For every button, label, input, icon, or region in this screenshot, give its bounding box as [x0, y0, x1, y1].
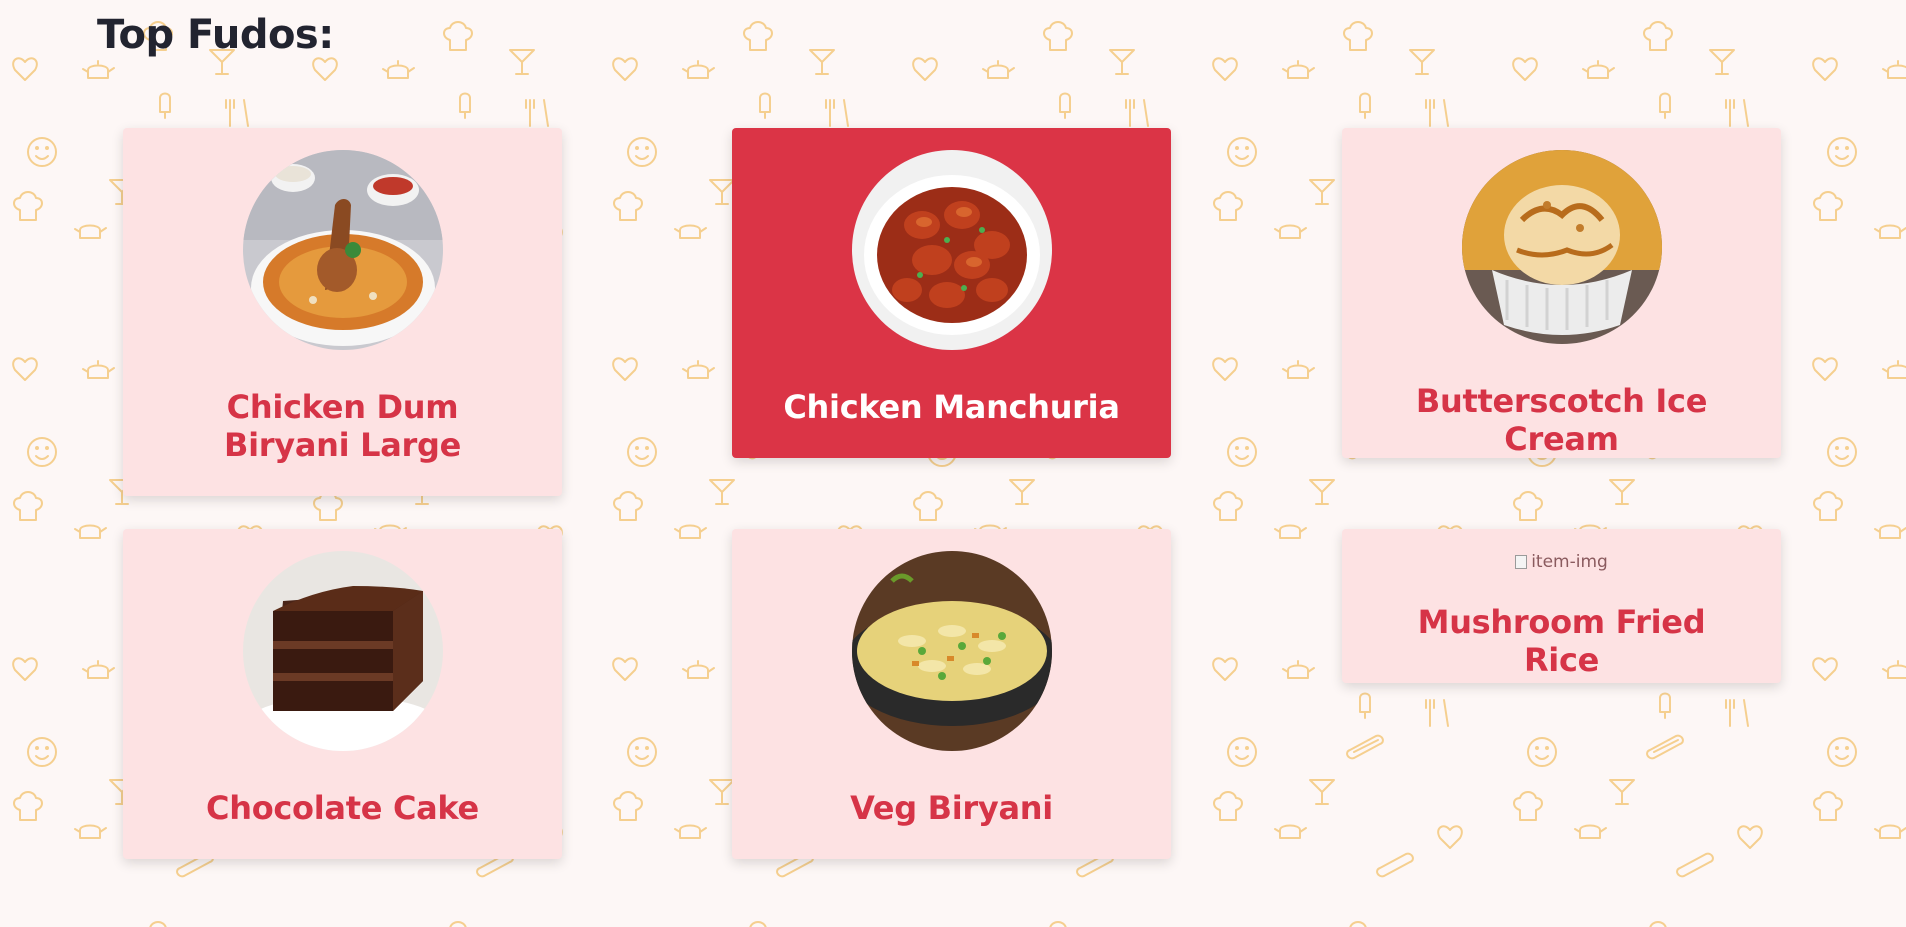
ice-cream-photo: [1461, 150, 1662, 344]
card-title: Butterscotch Ice Cream: [1415, 382, 1708, 458]
chicken-manchurian-photo: [851, 150, 1052, 350]
food-card-chocolate-cake[interactable]: Chocolate Cake: [123, 529, 562, 859]
image-alt-text: item-img: [1531, 552, 1608, 572]
biryani-chicken-photo: [242, 150, 443, 350]
food-card-chicken-dum-biryani[interactable]: Chicken Dum Biryani Large: [123, 128, 562, 496]
card-title: Chicken Dum Biryani Large: [224, 388, 461, 464]
card-title: Mushroom Fried Rice: [1417, 603, 1706, 679]
veg-biryani-photo: [851, 551, 1052, 751]
food-card-veg-biryani[interactable]: Veg Biryani: [732, 529, 1171, 859]
page-title: Top Fudos:: [97, 12, 334, 58]
chocolate-cake-photo: [242, 551, 443, 751]
card-title: Chocolate Cake: [206, 789, 479, 827]
broken-image-glyph: [1515, 555, 1528, 569]
card-title: Chicken Manchuria: [783, 388, 1120, 426]
food-card-butterscotch-ice-cream[interactable]: Butterscotch Ice Cream: [1342, 128, 1781, 458]
food-card-chicken-manchuria[interactable]: Chicken Manchuria: [732, 128, 1171, 458]
broken-image-icon: item-img: [1515, 551, 1608, 573]
card-title: Veg Biryani: [850, 789, 1053, 827]
food-card-mushroom-fried-rice[interactable]: item-img Mushroom Fried Rice: [1342, 529, 1781, 683]
